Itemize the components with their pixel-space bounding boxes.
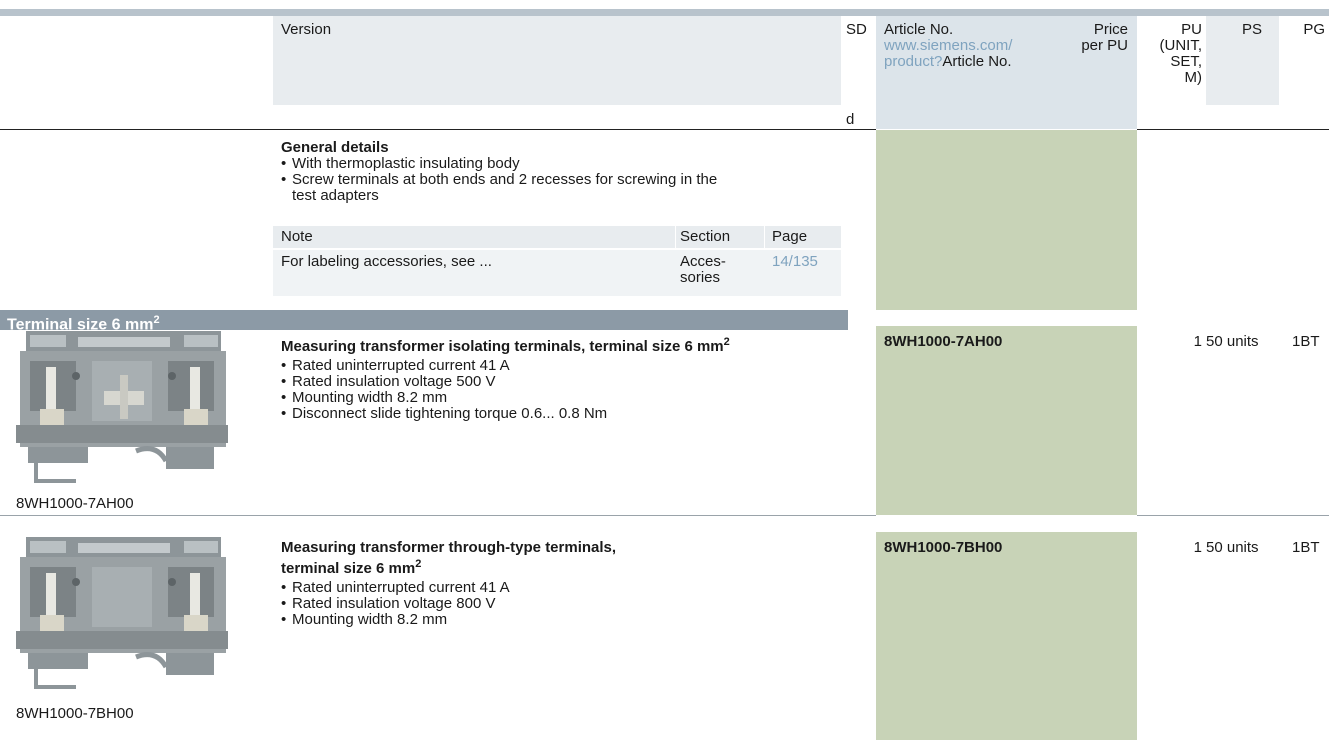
general-bullet-continued: test adapters (292, 187, 379, 204)
general-details-list: With thermoplastic insulating body Screw… (281, 156, 717, 189)
terminal-block-7BH00-image (16, 537, 228, 689)
header-d: d (846, 111, 855, 128)
header-rule (0, 129, 876, 130)
header-ps: PS (1241, 21, 1262, 38)
note-table-header (273, 226, 841, 248)
header-price-per-pu: per PU (1081, 37, 1128, 54)
product-2-bullet: Rated insulation voltage 800 V (281, 596, 510, 613)
product-2-title-sup: 2 (415, 558, 422, 570)
note-row-section-1: Acces- (680, 253, 726, 270)
note-col-page: Page (772, 228, 808, 245)
header-article-no: Article No. (884, 21, 954, 38)
product-1-bullet: Rated insulation voltage 500 V (281, 374, 607, 391)
note-row-text: For labeling accessories, see ... (281, 253, 492, 270)
product-1-pu: 1 (1193, 333, 1202, 350)
product-2-article-no[interactable]: 8WH1000-7BH00 (884, 540, 1002, 556)
general-bullet: Screw terminals at both ends and 2 reces… (281, 172, 717, 189)
section-title-sup: 2 (153, 314, 160, 326)
product-2-ps: 50 units (1206, 539, 1259, 556)
product-1-title-text: Measuring transformer isolating terminal… (281, 338, 724, 355)
terminal-block-7AH00-image (16, 331, 228, 483)
product-1-pg: 1BT (1292, 333, 1320, 350)
note-row-section-2: sories (680, 269, 721, 286)
product-1-bullet: Mounting width 8.2 mm (281, 390, 607, 407)
header-article-link2[interactable]: product? (884, 53, 942, 70)
header-article-link[interactable]: www.siemens.com/ (884, 38, 1012, 54)
product-1-title: Measuring transformer isolating terminal… (281, 334, 730, 355)
product-1-article-no[interactable]: 8WH1000-7AH00 (884, 334, 1002, 350)
product-1-bullet: Rated uninterrupted current 41 A (281, 358, 607, 375)
header-pu-4: M) (1184, 69, 1203, 86)
note-col-section: Section (680, 228, 731, 245)
header-version: Version (281, 21, 332, 38)
product-2-pg: 1BT (1292, 539, 1320, 556)
product-1-ps: 50 units (1206, 333, 1259, 350)
general-bullet: With thermoplastic insulating body (281, 156, 717, 173)
product-1-bullets: Rated uninterrupted current 41 A Rated i… (281, 358, 607, 423)
header-pg: PG (1303, 21, 1325, 38)
header-article-link-line2: product?Article No. (884, 54, 1012, 70)
top-bar (0, 9, 1329, 16)
product-2-bullets: Rated uninterrupted current 41 A Rated i… (281, 580, 510, 629)
product-2-bullet: Rated uninterrupted current 41 A (281, 580, 510, 597)
general-details-title: General details (281, 139, 389, 156)
product-1-title-sup: 2 (723, 336, 730, 348)
article-column-general (876, 130, 1137, 310)
header-pu-1: PU (1181, 21, 1202, 38)
article-column-product-1 (876, 326, 1137, 515)
header-sd: SD (846, 21, 867, 38)
product-2-title: Measuring transformer through-type termi… (281, 539, 617, 556)
product-2-title-line2: terminal size 6 mm2 (281, 556, 421, 577)
product-1-caption: 8WH1000-7AH00 (16, 495, 134, 512)
header-price: Price (1093, 21, 1128, 38)
product-2-bullet: Mounting width 8.2 mm (281, 612, 510, 629)
row-separator (0, 515, 876, 516)
header-pu-3: SET, (1170, 53, 1202, 70)
header-rule-right (1137, 129, 1329, 130)
note-row-page-link[interactable]: 14/135 (772, 254, 818, 270)
note-col-note: Note (281, 228, 313, 245)
product-2-pu: 1 (1193, 539, 1202, 556)
product-1-bullet: Disconnect slide tightening torque 0.6..… (281, 406, 607, 423)
header-article-link2-suffix: Article No. (942, 53, 1012, 70)
header-pu-2: (UNIT, (1159, 37, 1203, 54)
article-column-product-2 (876, 532, 1137, 740)
product-2-title2-text: terminal size 6 mm (281, 560, 416, 577)
row-separator-right (1137, 515, 1329, 516)
version-header-bg (273, 16, 841, 105)
product-2-caption: 8WH1000-7BH00 (16, 705, 134, 722)
